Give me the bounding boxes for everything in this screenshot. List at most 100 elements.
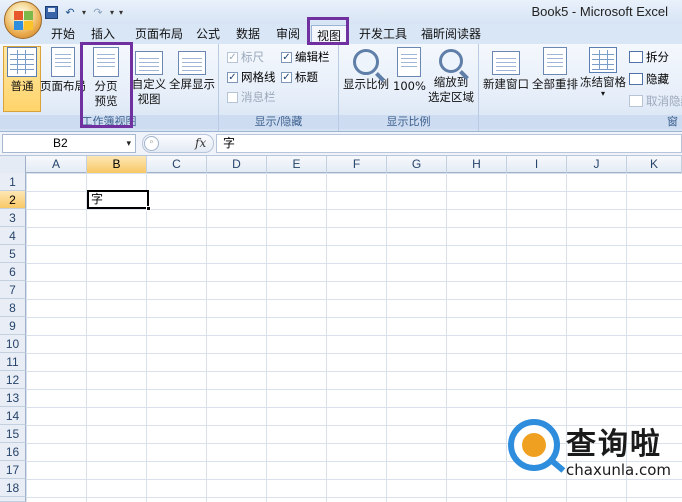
insert-function-icon[interactable]: fx (195, 136, 206, 150)
customize-qat-icon[interactable]: ▾ (119, 8, 123, 17)
column-header-e[interactable]: E (267, 156, 327, 173)
normal-view-label: 普通 (10, 79, 34, 93)
tab-formulas[interactable]: 公式 (193, 24, 223, 44)
page-layout-label: 页面布局 (40, 79, 86, 93)
row-header-6[interactable]: 6 (0, 263, 26, 281)
row-header-9[interactable]: 9 (0, 317, 26, 335)
column-header-k[interactable]: K (627, 156, 682, 173)
zoom-to-selection-button[interactable]: 缩放到 选定区域 (427, 47, 475, 105)
new-window-button[interactable]: 新建窗口 (481, 47, 531, 92)
row-header-12[interactable]: 12 (0, 371, 26, 389)
tab-page-layout[interactable]: 页面布局 (130, 24, 188, 44)
column-header-c[interactable]: C (147, 156, 207, 173)
fill-handle[interactable] (146, 206, 151, 211)
tab-developer[interactable]: 开发工具 (355, 24, 411, 44)
row-header-17[interactable]: 17 (0, 461, 26, 479)
unhide-button[interactable]: 取消隐藏 (629, 92, 682, 110)
custom-views-label-2: 视图 (137, 92, 161, 106)
window-title: Book5 - Microsoft Excel (531, 4, 668, 19)
redo-icon[interactable]: ↷ (91, 5, 105, 19)
column-header-d[interactable]: D (207, 156, 267, 173)
name-box[interactable]: B2 ▾ (2, 134, 136, 153)
split-label: 拆分 (646, 50, 669, 64)
office-button[interactable] (4, 1, 42, 39)
select-all-corner[interactable] (0, 156, 26, 173)
custom-views-button[interactable]: 自定义 视图 (130, 47, 168, 107)
tab-home[interactable]: 开始 (48, 24, 78, 44)
row-header-18[interactable]: 18 (0, 479, 26, 497)
column-header-j[interactable]: J (567, 156, 627, 173)
ribbon: 普通 页面布局 分页 预览 自定义 视图 全屏显示 工作簿视图 ✓ 标尺 ✓ 编… (0, 44, 682, 132)
page-break-preview-button[interactable]: 分页 预览 (88, 47, 124, 109)
group-window: 新建窗口 全部重排 冻结窗格 ▾ 拆分 隐藏 取消隐藏 (479, 44, 682, 131)
row-header-15[interactable]: 15 (0, 425, 26, 443)
gridlines-label: 网格线 (241, 70, 276, 84)
page-layout-view-button[interactable]: 页面布局 (40, 47, 86, 94)
column-header-f[interactable]: F (327, 156, 387, 173)
title-bar: ↶ ▾ ↷ ▾ ▾ Book5 - Microsoft Excel (0, 0, 682, 24)
gridlines-check-icon: ✓ (227, 71, 238, 83)
undo-dropdown-icon[interactable]: ▾ (82, 8, 86, 17)
save-icon[interactable] (44, 5, 58, 19)
normal-view-button[interactable]: 普通 (4, 47, 40, 94)
formula-input[interactable]: 字 (216, 134, 682, 153)
freeze-panes-button[interactable]: 冻结窗格 ▾ (579, 47, 627, 98)
full-screen-label: 全屏显示 (169, 77, 215, 91)
zoom-button[interactable]: 显示比例 (341, 47, 391, 92)
active-cell-value: 字 (91, 192, 104, 206)
row-header-14[interactable]: 14 (0, 407, 26, 425)
split-button[interactable]: 拆分 (629, 48, 669, 66)
tab-data[interactable]: 数据 (233, 24, 263, 44)
headings-checkbox[interactable]: ✓ 标题 (281, 68, 318, 86)
formula-bar-checkbox[interactable]: ✓ 编辑栏 (281, 48, 330, 66)
arrange-all-button[interactable]: 全部重排 (531, 47, 579, 92)
ruler-checkbox[interactable]: ✓ 标尺 (227, 48, 264, 66)
message-bar-check-box (227, 91, 238, 103)
page-break-preview-label-1: 分页 (94, 79, 118, 93)
tab-insert[interactable]: 插入 (88, 24, 118, 44)
column-header-g[interactable]: G (387, 156, 447, 173)
column-header-i[interactable]: I (507, 156, 567, 173)
freeze-panes-dropdown-icon: ▾ (600, 89, 605, 98)
watermark-title: 查询啦 (566, 427, 662, 462)
group-label-show-hide: 显示/隐藏 (219, 115, 338, 129)
normal-view-icon (7, 47, 37, 77)
full-screen-button[interactable]: 全屏显示 (168, 47, 216, 92)
tab-foxit-reader[interactable]: 福昕阅读器 (418, 24, 484, 44)
row-header-19[interactable]: 19 (0, 497, 26, 502)
row-header-2[interactable]: 2 (0, 191, 26, 209)
gridlines-checkbox[interactable]: ✓ 网格线 (227, 68, 276, 86)
row-header-1[interactable]: 1 (0, 173, 26, 191)
redo-dropdown-icon[interactable]: ▾ (110, 8, 114, 17)
row-header-8[interactable]: 8 (0, 299, 26, 317)
zoom-100-button[interactable]: 100% (393, 47, 426, 94)
message-bar-checkbox[interactable]: 消息栏 (227, 88, 276, 106)
hide-icon (629, 73, 643, 85)
formula-controls: ◦ fx (142, 134, 214, 153)
row-header-4[interactable]: 4 (0, 227, 26, 245)
office-logo-icon (14, 11, 33, 30)
column-header-a[interactable]: A (26, 156, 87, 173)
row-header-11[interactable]: 11 (0, 353, 26, 371)
undo-icon[interactable]: ↶ (63, 5, 77, 19)
tab-view[interactable]: 视图 (311, 25, 347, 45)
excel-window: ↶ ▾ ↷ ▾ ▾ Book5 - Microsoft Excel 开始 插入 … (0, 0, 682, 502)
row-header-16[interactable]: 16 (0, 443, 26, 461)
collapse-circle-icon[interactable]: ◦ (144, 136, 159, 151)
name-box-dropdown-icon[interactable]: ▾ (126, 135, 131, 152)
column-header-h[interactable]: H (447, 156, 507, 173)
column-header-b[interactable]: B (87, 156, 147, 173)
row-header-5[interactable]: 5 (0, 245, 26, 263)
row-header-7[interactable]: 7 (0, 281, 26, 299)
message-bar-label: 消息栏 (241, 90, 276, 104)
active-cell-b2[interactable]: 字 (87, 190, 151, 211)
group-label-window: 窗 (479, 115, 682, 129)
row-header-10[interactable]: 10 (0, 335, 26, 353)
site-watermark: 查询啦 chaxunla.com (500, 415, 682, 502)
unhide-icon (629, 95, 643, 107)
group-workbook-views: 普通 页面布局 分页 预览 自定义 视图 全屏显示 工作簿视图 (0, 44, 219, 131)
tab-review[interactable]: 审阅 (273, 24, 303, 44)
row-header-13[interactable]: 13 (0, 389, 26, 407)
row-header-3[interactable]: 3 (0, 209, 26, 227)
hide-button[interactable]: 隐藏 (629, 70, 669, 88)
